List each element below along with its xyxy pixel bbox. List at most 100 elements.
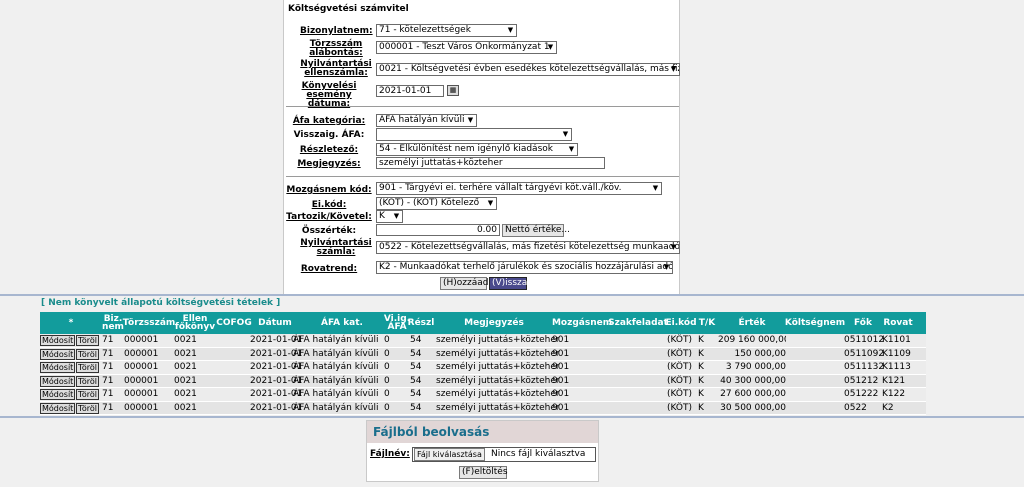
divider — [286, 106, 679, 107]
divider — [286, 176, 679, 177]
bizonylatnem-select[interactable]: 71 - kötelezettségek ▼ — [376, 24, 517, 37]
torol-button[interactable]: Töröl — [76, 389, 99, 400]
megjegyzes-input[interactable]: személyi juttatás+közteher — [376, 157, 605, 169]
netto-erteke-button[interactable]: Nettó értéke... — [502, 224, 570, 237]
col-star: * — [68, 318, 74, 328]
modosit-button[interactable]: Módosít — [40, 389, 76, 400]
cell-tk: K — [698, 348, 704, 359]
cell-ertek: 3 790 000,00 — [725, 362, 786, 372]
rovatrend-select[interactable]: K2 - Munkaadókat terhelő járulékok és sz… — [376, 261, 673, 274]
cell-megj: személyi juttatás+közteher — [436, 348, 560, 359]
cell-ellen: 0021 — [174, 389, 197, 399]
cell-torzsszam: 000001 — [124, 348, 159, 359]
chevron-down-icon: ▼ — [568, 145, 575, 153]
cell-torzsszam: 000001 — [124, 375, 159, 386]
cell-ellen: 0021 — [174, 375, 197, 386]
col-biz: Biz. nem — [102, 314, 124, 332]
torol-button[interactable]: Töröl — [76, 348, 99, 360]
items-table: * Biz. nem Törzsszám Ellen főkönyv COFOG… — [40, 312, 926, 415]
cell-tk: K — [698, 389, 704, 399]
torol-button[interactable]: Töröl — [76, 375, 99, 387]
visszaig-afa-select[interactable]: ▼ — [376, 128, 572, 141]
cell-ellen: 0021 — [174, 335, 197, 345]
tartozik-label: Tartozik/Követel: — [286, 212, 372, 222]
modosit-button[interactable]: Módosít — [40, 402, 76, 414]
cell-torzsszam: 000001 — [124, 389, 159, 399]
col-eikod: Ei.kód — [665, 318, 697, 328]
konyv-datum-label: Könyvelési esemény dátuma: — [286, 82, 372, 109]
col-reszl: Részl — [407, 318, 435, 328]
file-status: Nincs fájl kiválasztva — [491, 449, 586, 459]
reszletezo-select[interactable]: 54 - Elkülönítést nem igénylő kiadások ▼ — [376, 143, 578, 156]
col-torzsszam: Törzsszám — [122, 318, 176, 328]
cell-fok: 0511012 — [844, 335, 885, 345]
modosit-button[interactable]: Módosít — [40, 348, 76, 360]
torol-button[interactable]: Töröl — [76, 362, 99, 373]
nyilv-ellenszamla-select[interactable]: 0021 - Költségvetési évben esedékes köte… — [376, 63, 680, 76]
chevron-down-icon: ▼ — [393, 212, 400, 220]
nyilv-ellenszamla-label: Nyilvántartási ellenszámla: — [300, 60, 372, 78]
cell-reszl: 54 — [410, 402, 422, 413]
cell-eikod: (KÖT) — [667, 375, 693, 386]
cell-mozg: 901 — [552, 389, 570, 399]
eikod-select[interactable]: (KÖT) - (KÖT) Kötelező ▼ — [376, 197, 497, 210]
section-divider — [0, 294, 1024, 296]
hozzaad-button[interactable]: (H)ozzáad — [440, 277, 489, 290]
cell-viig: 0 — [384, 375, 390, 386]
tartozik-select[interactable]: K ▼ — [376, 210, 403, 223]
modosit-button[interactable]: Módosít — [40, 335, 76, 346]
file-upload-panel: Fájlból beolvasás Fájlnév: Fájl kiválasz… — [366, 420, 599, 482]
afa-kategoria-value: ÁFA hatályán kívüli — [379, 115, 465, 125]
cell-tk: K — [698, 402, 704, 413]
mozgasnem-select[interactable]: 901 - Tárgyévi ei. terhére vállalt tárgy… — [376, 182, 662, 195]
cell-ellen: 0021 — [174, 348, 197, 359]
col-szakf: Szakfeladat — [608, 318, 668, 328]
cell-biz: 71 — [102, 348, 114, 359]
cell-afa: ÁFA hatályán kívüli — [293, 362, 379, 372]
cell-ellen: 0021 — [174, 362, 197, 372]
cell-afa: ÁFA hatályán kívüli — [293, 348, 379, 359]
cell-fok: 051212 — [844, 375, 879, 386]
torzsszam-select[interactable]: 000001 - Teszt Város Önkormányzat 1 ▼ — [376, 41, 557, 54]
vissza-button[interactable]: (V)issza — [489, 277, 527, 290]
cell-torzsszam: 000001 — [124, 335, 159, 345]
col-ertek: Érték — [738, 318, 766, 328]
megjegyzes-label: Megjegyzés: — [297, 159, 361, 169]
rovatrend-label: Rovatrend: — [300, 264, 358, 274]
chevron-down-icon: ▼ — [547, 43, 554, 51]
table-row: Módosít Töröl 71 000001 0021 2021-01-01 ÁFA ha… — [40, 361, 926, 375]
modosit-button[interactable]: Módosít — [40, 362, 76, 373]
cell-rovat: K121 — [882, 375, 906, 386]
calendar-icon[interactable]: ▦ — [447, 85, 459, 96]
torol-button[interactable]: Töröl — [76, 335, 99, 346]
rovatrend-value: K2 - Munkaadókat terhelő járulékok és sz… — [379, 262, 673, 272]
cell-fok: 051222 — [844, 389, 879, 399]
col-ellen: Ellen főkönyv — [174, 314, 216, 332]
table-row: Módosít Töröl 71 000001 0021 2021-01-01 ÁFA ha… — [40, 374, 926, 388]
cell-fok: 0511132 — [844, 362, 885, 372]
cell-rovat: K1101 — [882, 335, 911, 345]
mozgasnem-label: Mozgásnem kód: — [286, 185, 372, 195]
cell-viig: 0 — [384, 348, 390, 359]
torzsszam-value: 000001 - Teszt Város Önkormányzat 1 — [379, 42, 550, 52]
konyv-datum-input[interactable]: 2021-01-01 — [376, 85, 444, 97]
afa-kategoria-select[interactable]: ÁFA hatályán kívüli ▼ — [376, 114, 477, 127]
form-panel: Költségvetési számvitel Bizonylatnem: 71… — [283, 0, 680, 294]
cell-megj: személyi juttatás+közteher — [436, 402, 560, 413]
col-fok: Fők — [854, 318, 872, 328]
cell-tk: K — [698, 362, 704, 372]
modosit-button[interactable]: Módosít — [40, 375, 76, 387]
file-input[interactable]: Fájl kiválasztása Nincs fájl kiválasztva — [412, 447, 596, 462]
cell-ertek: 150 000,00 — [734, 348, 786, 359]
cell-viig: 0 — [384, 389, 390, 399]
feltoltes-button[interactable]: (F)eltöltés — [459, 466, 508, 479]
cell-mozg: 901 — [552, 335, 570, 345]
cell-ertek: 209 160 000,00 — [718, 335, 786, 345]
table-body: Módosít Töröl 71 000001 0021 2021-01-01 ÁFA ha… — [40, 334, 926, 415]
cell-biz: 71 — [102, 335, 114, 345]
osszertek-input[interactable]: 0.00 — [376, 224, 500, 236]
cell-eikod: (KÖT) — [667, 389, 693, 399]
file-choose-button[interactable]: Fájl kiválasztása — [414, 448, 485, 461]
nyilv-szamla-select[interactable]: 0522 - Kötelezettségvállalás, más fizeté… — [376, 241, 680, 254]
torol-button[interactable]: Töröl — [76, 402, 99, 414]
